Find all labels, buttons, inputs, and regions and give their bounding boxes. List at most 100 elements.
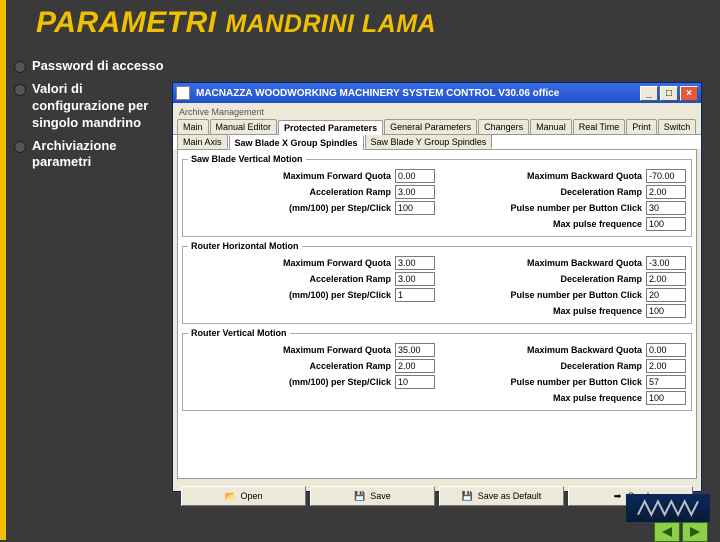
save-icon: 💾 — [354, 491, 365, 502]
param-label: (mm/100) per Step/Click — [289, 203, 391, 213]
tab-protected-params[interactable]: Protected Parameters — [278, 120, 383, 135]
window-title: MACNAZZA WOODWORKING MACHINERY SYSTEM CO… — [196, 88, 559, 99]
tab-print[interactable]: Print — [626, 119, 657, 134]
param-label: Deceleration Ramp — [560, 274, 642, 284]
param-cell: Max pulse frequence — [439, 217, 686, 231]
tabs-sub: Main Axis Saw Blade X Group Spindles Saw… — [173, 134, 701, 149]
param-group: Router Vertical Motion Maximum Forward Qu… — [182, 328, 692, 411]
param-label: (mm/100) per Step/Click — [289, 377, 391, 387]
subtab-saw-x[interactable]: Saw Blade X Group Spindles — [229, 136, 364, 150]
param-input[interactable] — [646, 217, 686, 231]
tab-switch[interactable]: Switch — [658, 119, 697, 134]
app-window: MACNAZZA WOODWORKING MACHINERY SYSTEM CO… — [172, 82, 702, 492]
save-button[interactable]: 💾Save — [310, 486, 435, 506]
titlebar: MACNAZZA WOODWORKING MACHINERY SYSTEM CO… — [173, 83, 701, 103]
param-cell: Max pulse frequence — [439, 391, 686, 405]
param-input[interactable] — [646, 256, 686, 270]
archive-label: Archive Management — [173, 103, 701, 117]
tab-realtime[interactable]: Real Time — [573, 119, 626, 134]
param-input[interactable] — [395, 169, 435, 183]
param-input[interactable] — [646, 304, 686, 318]
param-input[interactable] — [395, 185, 435, 199]
param-label: Pulse number per Button Click — [510, 377, 642, 387]
bullet-list: Password di accesso Valori di configuraz… — [14, 58, 170, 177]
app-icon — [176, 86, 190, 100]
tab-general-params[interactable]: General Parameters — [384, 119, 477, 134]
open-button[interactable]: 📂Open — [181, 486, 306, 506]
tabs-top: Main Manual Editor Protected Parameters … — [173, 117, 701, 134]
group-legend: Router Vertical Motion — [188, 328, 290, 338]
tab-changers[interactable]: Changers — [478, 119, 529, 134]
param-group: Saw Blade Vertical MotionMaximum Forward… — [182, 154, 692, 237]
param-label: Deceleration Ramp — [560, 361, 642, 371]
bullet-item: Valori di configurazione per singolo man… — [14, 81, 170, 132]
param-cell: Deceleration Ramp — [439, 359, 686, 373]
param-input[interactable] — [395, 201, 435, 215]
param-cell: (mm/100) per Step/Click — [188, 375, 435, 389]
close-button[interactable]: × — [680, 86, 698, 101]
param-label: Max pulse frequence — [553, 306, 642, 316]
param-row: (mm/100) per Step/Click Pulse number per … — [188, 288, 686, 302]
tab-manual[interactable]: Manual — [530, 119, 572, 134]
group-legend: Router Horizontal Motion — [188, 241, 302, 251]
tab-manual-editor[interactable]: Manual Editor — [210, 119, 278, 134]
bullet-item: Password di accesso — [14, 58, 170, 75]
param-cell: Maximum Backward Quota — [439, 256, 686, 270]
param-input[interactable] — [646, 169, 686, 183]
param-cell: Acceleration Ramp — [188, 272, 435, 286]
param-input[interactable] — [646, 201, 686, 215]
param-row: (mm/100) per Step/Click Pulse number per … — [188, 375, 686, 389]
subtab-main-axis[interactable]: Main Axis — [177, 135, 228, 149]
param-input[interactable] — [395, 343, 435, 357]
param-cell: Acceleration Ramp — [188, 359, 435, 373]
param-label: Maximum Backward Quota — [527, 171, 642, 181]
title-sub: MANDRINI LAMA — [225, 10, 436, 38]
param-cell: Pulse number per Button Click — [439, 375, 686, 389]
title-main: PARAMETRI — [36, 6, 217, 39]
param-input[interactable] — [646, 288, 686, 302]
slide-title: PARAMETRI MANDRINI LAMA — [0, 0, 720, 42]
slide-accent-bar — [0, 0, 6, 540]
param-input[interactable] — [395, 375, 435, 389]
param-input[interactable] — [646, 375, 686, 389]
minimize-button[interactable]: _ — [640, 86, 658, 101]
param-input[interactable] — [395, 272, 435, 286]
param-input[interactable] — [646, 391, 686, 405]
param-input[interactable] — [395, 288, 435, 302]
param-group: Router Horizontal Motion Maximum Forward … — [182, 241, 692, 324]
param-row: Max pulse frequence — [188, 217, 686, 231]
param-input[interactable] — [646, 272, 686, 286]
save-default-button[interactable]: 💾Save as Default — [439, 486, 564, 506]
param-label: Pulse number per Button Click — [510, 290, 642, 300]
param-cell: Max pulse frequence — [439, 304, 686, 318]
param-row: Maximum Forward Quota Maximum Backward Qu… — [188, 169, 686, 183]
param-cell: Maximum Forward Quota — [188, 256, 435, 270]
button-bar: 📂Open 💾Save 💾Save as Default ➡Send — [177, 483, 697, 509]
param-cell: (mm/100) per Step/Click — [188, 288, 435, 302]
next-slide-button[interactable] — [682, 522, 708, 542]
param-input[interactable] — [646, 359, 686, 373]
param-label: Maximum Forward Quota — [283, 171, 391, 181]
param-input[interactable] — [646, 343, 686, 357]
prev-slide-button[interactable] — [654, 522, 680, 542]
param-label: Acceleration Ramp — [309, 187, 391, 197]
param-row: Maximum Forward Quota Maximum Backward Qu… — [188, 256, 686, 270]
param-label: Maximum Forward Quota — [283, 258, 391, 268]
param-label: Maximum Backward Quota — [527, 345, 642, 355]
maximize-button[interactable]: □ — [660, 86, 678, 101]
param-label: Max pulse frequence — [553, 393, 642, 403]
brand-logo — [626, 494, 710, 522]
subtab-saw-y[interactable]: Saw Blade Y Group Spindles — [365, 135, 493, 149]
param-input[interactable] — [395, 359, 435, 373]
tab-main[interactable]: Main — [177, 119, 209, 134]
param-label: Acceleration Ramp — [309, 274, 391, 284]
param-label: Deceleration Ramp — [560, 187, 642, 197]
param-cell: Pulse number per Button Click — [439, 288, 686, 302]
param-row: Maximum Forward Quota Maximum Backward Qu… — [188, 343, 686, 357]
param-input[interactable] — [646, 185, 686, 199]
open-icon: 📂 — [224, 491, 235, 502]
param-label: Max pulse frequence — [553, 219, 642, 229]
param-input[interactable] — [395, 256, 435, 270]
param-cell: Pulse number per Button Click — [439, 201, 686, 215]
param-label: Maximum Forward Quota — [283, 345, 391, 355]
